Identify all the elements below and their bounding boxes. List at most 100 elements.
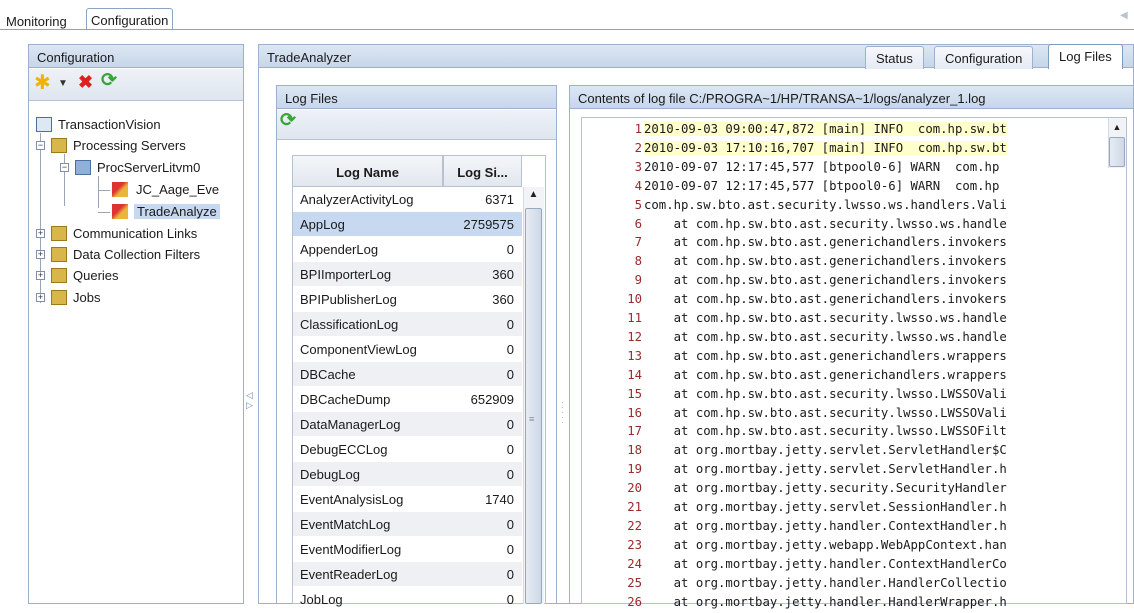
scroll-up-icon[interactable]: ▲	[526, 189, 541, 203]
line-text: at com.hp.sw.bto.ast.generichandlers.inv…	[644, 254, 1007, 269]
line-text: 2010-09-07 12:17:45,577 [btpool0-6] WARN…	[644, 159, 1000, 174]
tab-configuration[interactable]: Configuration	[86, 8, 174, 30]
tree-item-transactionvision[interactable]: TransactionVision	[36, 115, 236, 135]
tree-item-jobs[interactable]: + Jobs	[36, 288, 236, 308]
line-text: at org.mortbay.jetty.handler.HandlerWrap…	[644, 594, 1007, 609]
log-file-name: BPIPublisherLog	[300, 292, 397, 307]
tab-bar-divider	[0, 29, 1134, 30]
log-file-size: 0	[506, 317, 514, 332]
log-line: 5 com.hp.sw.bto.ast.security.lwsso.ws.han…	[584, 198, 1106, 216]
line-number: 14	[627, 367, 642, 382]
log-file-size: 0	[506, 417, 514, 432]
tree-item-data-collection-filters[interactable]: + Data Collection Filters	[36, 245, 241, 265]
tree-label: JC_Aage_Eve	[136, 182, 220, 197]
line-text: at org.mortbay.jetty.security.SecurityHa…	[644, 481, 1007, 496]
line-number: 4	[634, 178, 642, 193]
column-header-log-size[interactable]: Log Si...	[443, 155, 522, 187]
tab-status[interactable]: Status	[865, 46, 924, 69]
column-header-log-name[interactable]: Log Name	[292, 155, 443, 187]
log-line: 7 at com.hp.sw.bto.ast.generichandlers.i…	[584, 235, 1124, 253]
new-item-icon[interactable]: ✱	[34, 73, 51, 93]
splitter-arrows-icon[interactable]: ◁ ▷	[246, 390, 256, 420]
log-file-name: JobLog	[300, 592, 343, 607]
log-file-row[interactable]: DBCache 0	[293, 362, 522, 386]
log-file-row[interactable]: JobLog 0	[293, 587, 522, 611]
line-text: at com.hp.sw.bto.ast.generichandlers.inv…	[644, 273, 1007, 288]
expand-icon[interactable]: +	[36, 271, 45, 280]
log-file-name: AppenderLog	[300, 242, 379, 257]
expand-icon[interactable]: +	[36, 293, 45, 302]
log-file-row[interactable]: DBCacheDump 652909	[293, 387, 522, 411]
log-file-row[interactable]: AppLog 2759575	[293, 212, 522, 236]
tree-label: Data Collection Filters	[73, 247, 201, 262]
line-text: at com.hp.sw.bto.ast.security.lwsso.ws.h…	[644, 311, 1007, 325]
log-file-name: DBCacheDump	[300, 392, 391, 407]
line-number: 18	[627, 443, 642, 458]
configuration-panel-title: Configuration	[37, 50, 115, 65]
log-file-row[interactable]: BPIImporterLog 360	[293, 262, 522, 286]
log-file-row[interactable]: DebugLog 0	[293, 462, 522, 486]
log-files-toolbar	[277, 110, 556, 140]
line-text: 2010-09-03 09:00:47,872 [main] INFO com.…	[644, 122, 1007, 136]
log-file-row[interactable]: ClassificationLog 0	[293, 312, 522, 336]
line-number: 23	[627, 537, 642, 552]
line-number: 9	[634, 273, 642, 288]
top-tab-bar: Monitoring Configuration ◀	[0, 0, 1134, 30]
tree-item-processing-servers[interactable]: − Processing Servers	[36, 136, 236, 156]
log-file-name: EventAnalysisLog	[300, 492, 404, 507]
tree-item-tradeanalyzer[interactable]: TradeAnalyze	[98, 202, 233, 222]
log-line: 2 2010-09-03 17:10:16,707 [main] INFO com…	[584, 140, 1106, 159]
log-line: 8 at com.hp.sw.bto.ast.generichandlers.i…	[584, 254, 1124, 272]
log-file-row[interactable]: AppenderLog 0	[293, 237, 522, 261]
scroll-left-icon[interactable]: ◀	[1120, 10, 1130, 24]
collapse-icon[interactable]: −	[36, 141, 45, 150]
tab-log-files[interactable]: Log Files	[1048, 44, 1123, 69]
log-line: 13 at com.hp.sw.bto.ast.generichandlers.…	[584, 349, 1124, 367]
expand-icon[interactable]: +	[36, 229, 45, 238]
log-content-scroll-thumb[interactable]	[1109, 137, 1125, 167]
log-file-size: 0	[506, 442, 514, 457]
folder-icon	[51, 247, 67, 262]
splitter-grip-icon[interactable]: · · · · ·	[561, 399, 567, 427]
log-file-row[interactable]: DebugECCLog 0	[293, 437, 522, 461]
content-scroll-up-icon[interactable]: ▲	[1110, 122, 1124, 134]
line-number: 13	[627, 348, 642, 363]
line-number: 8	[634, 254, 642, 269]
log-file-row[interactable]: EventMatchLog 0	[293, 512, 522, 536]
log-file-size: 2759575	[463, 217, 514, 232]
line-text: at org.mortbay.jetty.servlet.ServletHand…	[644, 443, 1007, 458]
log-file-row[interactable]: BPIPublisherLog 360	[293, 287, 522, 311]
log-file-size: 0	[506, 517, 514, 532]
tree-item-jc-aage[interactable]: JC_Aage_Eve	[98, 180, 238, 200]
detail-panel-title: TradeAnalyzer	[267, 50, 352, 65]
tab-configuration-detail[interactable]: Configuration	[934, 46, 1034, 69]
refresh-logs-icon[interactable]: ⟳	[280, 111, 296, 130]
delete-icon[interactable]: ✖	[78, 73, 93, 91]
line-number: 25	[627, 575, 642, 590]
tree-item-communication-links[interactable]: + Communication Links	[36, 224, 236, 244]
tree-item-queries[interactable]: + Queries	[36, 266, 236, 286]
dropdown-arrow-icon[interactable]: ▼	[58, 75, 68, 93]
refresh-icon[interactable]: ⟳	[101, 71, 117, 90]
line-text: at org.mortbay.jetty.handler.HandlerColl…	[644, 575, 1007, 590]
log-file-size: 0	[506, 342, 514, 357]
log-file-row[interactable]: AnalyzerActivityLog 6371	[293, 187, 522, 211]
log-files-scroll-thumb[interactable]	[525, 208, 542, 604]
line-text: at com.hp.sw.bto.ast.security.lwsso.ws.h…	[644, 216, 1007, 231]
log-line: 16 at com.hp.sw.bto.ast.security.lwsso.L…	[584, 406, 1124, 424]
collapse-icon[interactable]: −	[60, 163, 69, 172]
log-file-row[interactable]: EventReaderLog 0	[293, 562, 522, 586]
line-number: 7	[634, 235, 642, 250]
line-number: 22	[627, 518, 642, 533]
log-file-row[interactable]: EventAnalysisLog 1740	[293, 487, 522, 511]
log-file-size: 0	[506, 542, 514, 557]
tree-item-procserver[interactable]: − ProcServerLitvm0	[60, 158, 240, 178]
log-file-row[interactable]: ComponentViewLog 0	[293, 337, 522, 361]
line-text: at org.mortbay.jetty.servlet.ServletHand…	[644, 462, 1007, 477]
log-file-row[interactable]: DataManagerLog 0	[293, 412, 522, 436]
analyzer-icon	[112, 182, 128, 197]
expand-icon[interactable]: +	[36, 250, 45, 259]
line-text: at org.mortbay.jetty.handler.ContextHand…	[644, 556, 1007, 571]
log-line: 23 at org.mortbay.jetty.webapp.WebAppCon…	[584, 538, 1124, 556]
log-file-row[interactable]: EventModifierLog 0	[293, 537, 522, 561]
